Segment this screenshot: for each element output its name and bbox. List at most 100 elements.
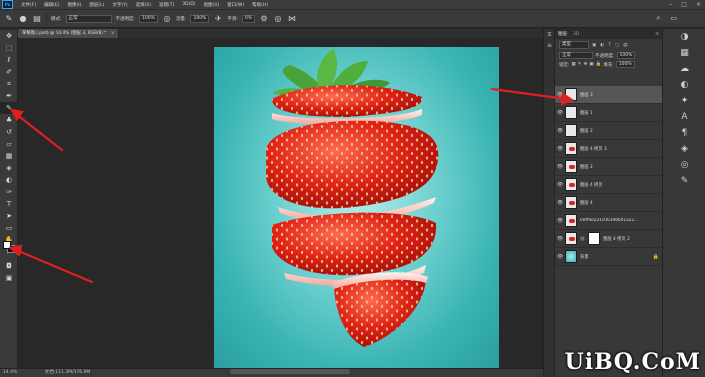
maximize-icon[interactable]: □: [681, 1, 687, 9]
eraser-tool-icon[interactable]: ▱: [0, 138, 18, 150]
visibility-eye-icon[interactable]: 👁: [555, 128, 565, 134]
airbrush-icon[interactable]: ✈: [213, 14, 223, 24]
menu-window[interactable]: 窗口(W): [223, 2, 248, 8]
lock-pixels-icon[interactable]: ▦: [572, 62, 576, 67]
tab-layers[interactable]: 图层: [558, 31, 567, 37]
shape-tool-icon[interactable]: ▭: [0, 222, 18, 234]
close-tab-icon[interactable]: ×: [111, 31, 115, 36]
move-tool-icon[interactable]: ✥: [0, 30, 18, 42]
visibility-eye-icon[interactable]: 👁: [555, 146, 565, 152]
flow-field[interactable]: 100%: [190, 14, 210, 23]
brush-settings-icon[interactable]: ▤: [32, 14, 42, 24]
layer-name[interactable]: 图层 4 拷贝 2: [603, 236, 630, 242]
layer-name[interactable]: 图层 4 拷贝 3: [580, 146, 607, 152]
gear-icon[interactable]: ⚙: [259, 14, 269, 24]
clone-stamp-tool-icon[interactable]: ♣: [0, 114, 18, 126]
menu-layer[interactable]: 图层(L): [85, 2, 108, 8]
layer-name[interactable]: 0effde221c003d6601a22...: [580, 218, 638, 223]
tab-3d[interactable]: 3D: [573, 32, 579, 37]
layer-row[interactable]: 👁 图层 3: [555, 86, 663, 104]
layer-row[interactable]: 👁 图层 4 拷贝 3: [555, 140, 663, 158]
layer-row[interactable]: 👁 图层 4: [555, 194, 663, 212]
zoom-level[interactable]: 14.4%: [3, 370, 17, 375]
document-tab[interactable]: 草莓图.(.psd) @ 14.4% (图层 3, RGB/8) * ×: [18, 29, 120, 38]
menu-select[interactable]: 选择(S): [132, 2, 155, 8]
menu-filter[interactable]: 滤镜(T): [155, 2, 178, 8]
panel-menu-icon[interactable]: ≡: [655, 32, 659, 37]
filter-type-icon[interactable]: T: [608, 43, 611, 48]
paths-panel-icon[interactable]: ✎: [663, 173, 705, 189]
lock-paint-icon[interactable]: ✎: [578, 62, 582, 67]
visibility-eye-icon[interactable]: 👁: [555, 182, 565, 188]
quick-mask-icon[interactable]: ◘: [0, 260, 18, 272]
menu-edit[interactable]: 编辑(E): [40, 2, 63, 8]
workspace-icon[interactable]: ▭: [670, 14, 677, 23]
filter-smart-icon[interactable]: ▤: [623, 43, 627, 48]
lock-artboard-icon[interactable]: ▣: [589, 62, 593, 67]
layers-panel-icon[interactable]: ◈: [663, 141, 705, 157]
layer-opacity-field[interactable]: 100%: [616, 52, 636, 59]
menu-file[interactable]: 文件(F): [17, 2, 40, 8]
visibility-eye-icon[interactable]: 👁: [555, 200, 565, 206]
quick-select-tool-icon[interactable]: ✐: [0, 66, 18, 78]
adjustments-panel-icon[interactable]: ◐: [663, 77, 705, 93]
layer-filter-select[interactable]: 类型: [559, 41, 589, 49]
filter-pixel-icon[interactable]: ▣: [592, 43, 596, 48]
lock-move-icon[interactable]: ✥: [584, 62, 588, 67]
layer-name[interactable]: 图层 3: [580, 92, 593, 98]
menu-image[interactable]: 图像(I): [63, 2, 85, 8]
foreground-color-swatch[interactable]: [3, 241, 11, 249]
lasso-tool-icon[interactable]: ℓ: [0, 54, 18, 66]
menu-view[interactable]: 视图(V): [200, 2, 224, 8]
pressure-size-icon[interactable]: ◎: [273, 14, 283, 24]
opacity-field[interactable]: 100%: [139, 14, 158, 23]
paragraph-panel-icon[interactable]: ¶: [663, 125, 705, 141]
gradient-tool-icon[interactable]: ▦: [0, 150, 18, 162]
crop-tool-icon[interactable]: ⌗: [0, 78, 18, 90]
pen-tool-icon[interactable]: ✑: [0, 186, 18, 198]
layer-name[interactable]: 图层 2: [580, 128, 593, 134]
visibility-eye-icon[interactable]: 👁: [555, 92, 565, 98]
brush-tool-icon[interactable]: ✎: [4, 14, 14, 24]
fill-field[interactable]: 100%: [615, 61, 635, 68]
brush-preset-icon[interactable]: ●: [18, 14, 28, 24]
menu-3d[interactable]: 3D(D): [178, 2, 199, 7]
history-brush-tool-icon[interactable]: ↺: [0, 126, 18, 138]
layer-row[interactable]: 👁 图层 2: [555, 158, 663, 176]
visibility-eye-icon[interactable]: 👁: [555, 254, 565, 260]
visibility-eye-icon[interactable]: 👁: [555, 110, 565, 116]
path-select-tool-icon[interactable]: ➤: [0, 210, 18, 222]
character-panel-icon[interactable]: A: [663, 109, 705, 125]
brush-tool-icon[interactable]: ✎: [0, 102, 18, 114]
pressure-opacity-icon[interactable]: ◎: [162, 14, 172, 24]
symmetry-icon[interactable]: ⋈: [287, 14, 297, 24]
color-panel-icon[interactable]: ◑: [663, 29, 705, 45]
horizontal-scrollbar[interactable]: [230, 369, 350, 374]
layer-name[interactable]: 图层 1: [580, 110, 593, 116]
eyedropper-tool-icon[interactable]: ✒: [0, 90, 18, 102]
artboard[interactable]: [214, 47, 499, 368]
visibility-eye-icon[interactable]: 👁: [555, 164, 565, 170]
filter-shape-icon[interactable]: ▢: [615, 43, 619, 48]
layer-row[interactable]: 👁 背景 🔒: [555, 248, 663, 266]
marquee-tool-icon[interactable]: ⬚: [0, 42, 18, 54]
styles-panel-icon[interactable]: ✦: [663, 93, 705, 109]
layer-row[interactable]: 👁 图层 4 拷贝: [555, 176, 663, 194]
libraries-panel-icon[interactable]: ☁: [663, 61, 705, 77]
channels-panel-icon[interactable]: ◎: [663, 157, 705, 173]
close-icon[interactable]: ×: [696, 1, 701, 9]
visibility-eye-icon[interactable]: 👁: [555, 236, 565, 242]
layer-name[interactable]: 图层 4 拷贝: [580, 182, 603, 188]
swatches-panel-icon[interactable]: ▦: [663, 45, 705, 61]
blur-tool-icon[interactable]: ◈: [0, 162, 18, 174]
menu-help[interactable]: 帮助(H): [248, 2, 272, 8]
blend-mode-select[interactable]: 正常: [559, 52, 593, 59]
search-icon[interactable]: ⌕: [656, 14, 660, 23]
minimize-icon[interactable]: –: [669, 1, 672, 9]
screen-mode-icon[interactable]: ▣: [0, 272, 18, 284]
lock-all-icon[interactable]: 🔒: [596, 62, 602, 67]
layer-name[interactable]: 背景: [580, 254, 589, 260]
layer-name[interactable]: 图层 4: [580, 200, 593, 206]
visibility-eye-icon[interactable]: 👁: [555, 218, 565, 224]
filter-adjust-icon[interactable]: ◐: [600, 43, 604, 48]
